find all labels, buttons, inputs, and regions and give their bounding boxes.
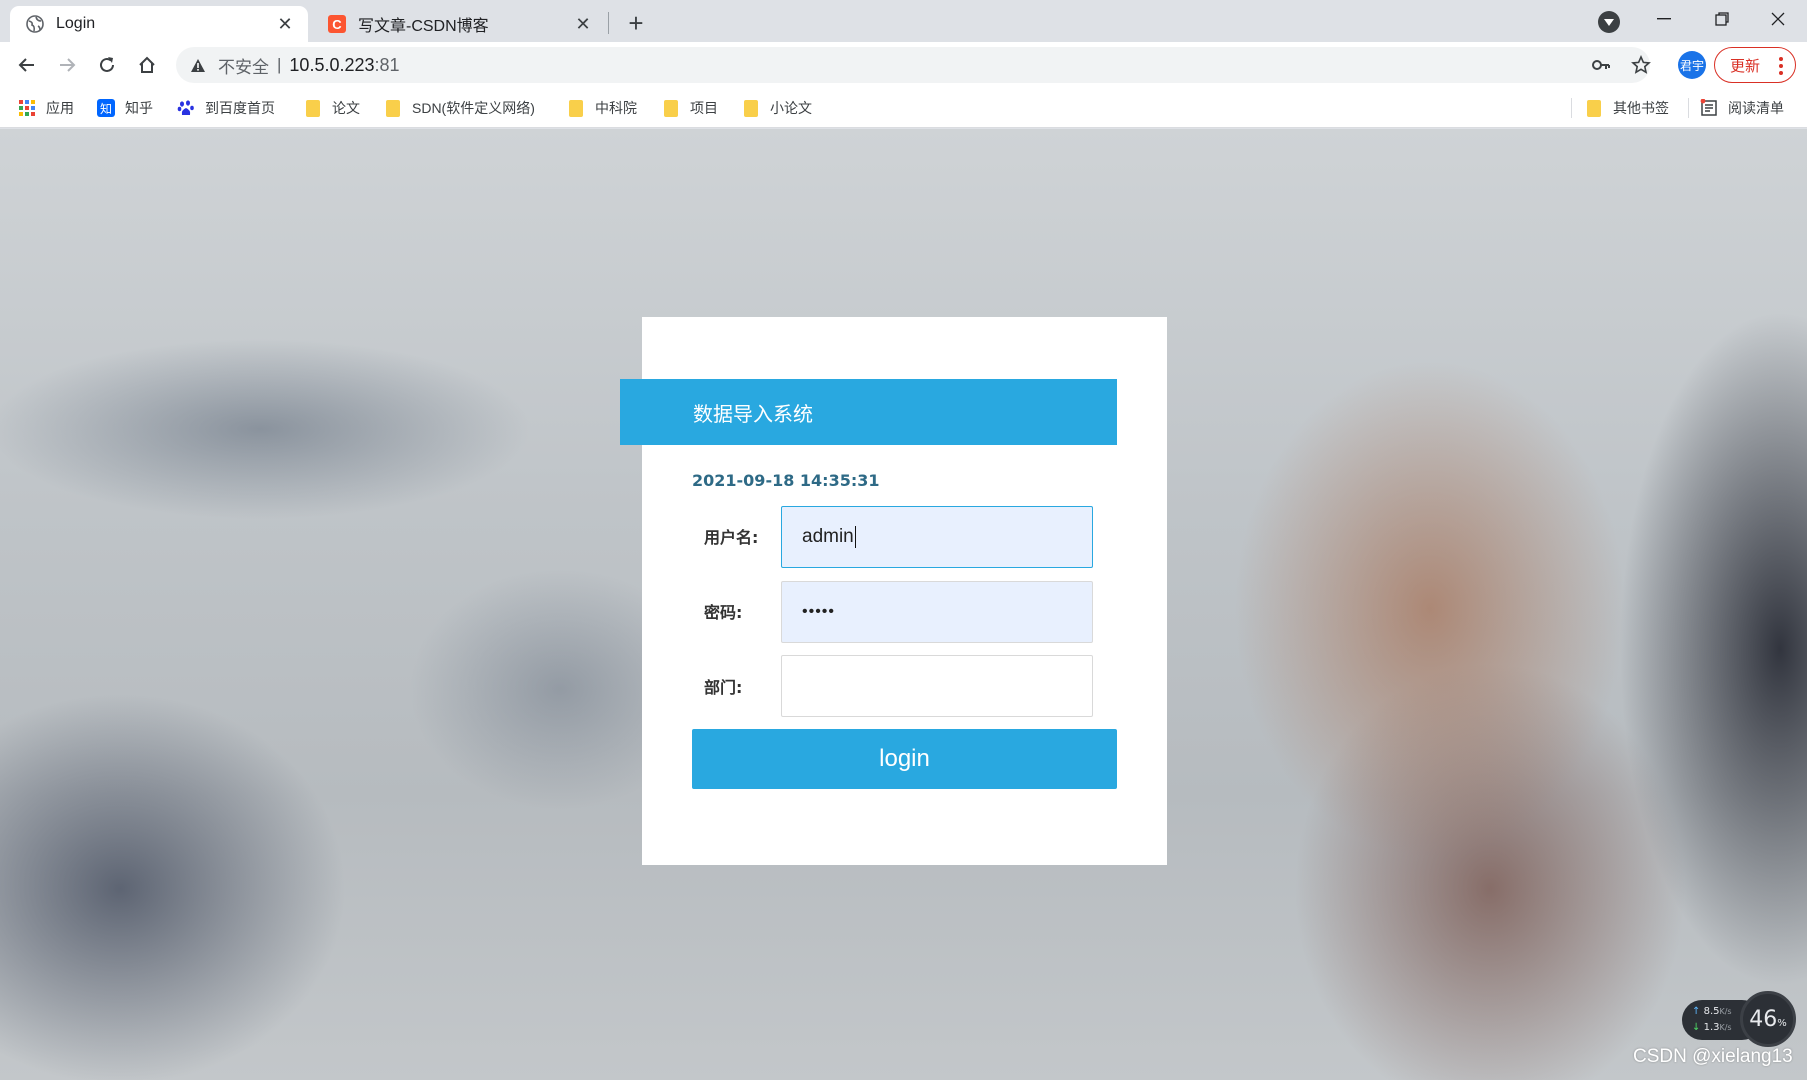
password-label: 密码: — [704, 603, 743, 622]
usage-unit: % — [1777, 1017, 1787, 1029]
department-input[interactable] — [781, 655, 1093, 717]
bookmarks-bar: 应用 知 知乎 到百度首页 论文 SDN(软件定义网络) 中科院 项目 小论文 … — [0, 88, 1807, 128]
datetime-display: 2021-09-18 14:35:31 — [692, 471, 880, 490]
username-input[interactable]: admin — [781, 506, 1093, 568]
bookmark-label: 阅读清单 — [1728, 100, 1784, 116]
folder-icon — [1585, 99, 1603, 117]
address-host[interactable]: 10.5.0.223 — [289, 55, 374, 76]
folder-icon — [304, 99, 322, 117]
bookmark-separator — [1571, 98, 1572, 118]
browser-toolbar: 不安全 | 10.5.0.223 :81 君宇 更新 — [0, 42, 1807, 88]
restore-window-icon[interactable] — [1694, 4, 1750, 34]
reload-icon[interactable] — [91, 49, 123, 81]
download-arrow-icon: ↓ — [1692, 1022, 1701, 1033]
warning-triangle-icon[interactable] — [190, 58, 210, 73]
bookmark-folder-lunwen[interactable]: 论文 — [304, 96, 360, 120]
globe-icon — [26, 15, 44, 33]
address-separator: | — [277, 55, 282, 74]
bookmark-apps[interactable]: 应用 — [18, 96, 74, 120]
tab-search-icon[interactable] — [1598, 11, 1620, 33]
update-label: 更新 — [1730, 57, 1761, 75]
bookmark-zhihu[interactable]: 知 知乎 — [97, 96, 153, 120]
username-value: admin — [802, 526, 854, 547]
download-speed: ↓ 1.3K/s — [1692, 1022, 1732, 1033]
bookmark-label: 小论文 — [770, 100, 812, 116]
bookmark-label: 其他书签 — [1613, 100, 1669, 116]
bookmark-star-icon[interactable] — [1626, 47, 1656, 83]
password-input[interactable]: ••••• — [781, 581, 1093, 643]
tab-divider — [608, 12, 609, 34]
upload-arrow-icon: ↑ — [1692, 1006, 1701, 1017]
security-label[interactable]: 不安全 — [218, 53, 269, 78]
bookmark-label: SDN(软件定义网络) — [412, 100, 535, 116]
csdn-watermark: CSDN @xielang13 — [1633, 1046, 1793, 1067]
forward-arrow-icon[interactable] — [51, 49, 83, 81]
apps-grid-icon — [18, 99, 36, 117]
folder-icon — [384, 99, 402, 117]
close-tab-icon[interactable]: ✕ — [572, 13, 594, 35]
system-title: 数据导入系统 — [620, 379, 1117, 445]
tab-title: Login — [56, 15, 96, 32]
upload-speed: ↑ 8.5K/s — [1692, 1006, 1732, 1017]
bookmark-folder-zhongkeyuan[interactable]: 中科院 — [567, 96, 637, 120]
usage-value: 46 — [1749, 1006, 1778, 1032]
key-icon[interactable] — [1586, 47, 1616, 83]
new-tab-plus-icon[interactable]: + — [622, 8, 650, 38]
bookmark-folder-xiaolunwen[interactable]: 小论文 — [742, 96, 812, 120]
folder-icon — [567, 99, 585, 117]
reading-list-icon — [1700, 99, 1718, 117]
bookmark-folder-xiangmu[interactable]: 项目 — [662, 96, 718, 120]
tab-csdn[interactable]: C 写文章-CSDN博客 ✕ — [312, 6, 606, 42]
text-caret — [854, 526, 856, 548]
username-label: 用户名: — [704, 528, 759, 547]
home-icon[interactable] — [131, 49, 163, 81]
bookmark-label: 应用 — [46, 100, 74, 116]
bookmark-label: 中科院 — [595, 100, 637, 116]
browser-tab-strip: Login ✕ C 写文章-CSDN博客 ✕ + — [0, 0, 1807, 42]
folder-icon — [742, 99, 760, 117]
tab-login[interactable]: Login ✕ — [10, 6, 308, 42]
bookmark-label: 到百度首页 — [205, 100, 275, 116]
address-bar[interactable]: 不安全 | 10.5.0.223 :81 — [176, 47, 1651, 83]
baidu-paw-icon — [177, 99, 195, 117]
address-port[interactable]: :81 — [375, 55, 400, 76]
bookmark-folder-sdn[interactable]: SDN(软件定义网络) — [384, 96, 535, 120]
kebab-menu-icon — [1779, 57, 1783, 78]
update-button[interactable]: 更新 — [1714, 47, 1796, 83]
profile-avatar[interactable]: 君宇 — [1678, 51, 1706, 79]
close-window-icon[interactable] — [1750, 4, 1806, 34]
network-speed-widget[interactable]: ↑ 8.5K/s ↓ 1.3K/s 46% — [1682, 991, 1796, 1047]
password-value: ••••• — [802, 603, 836, 620]
minimize-icon[interactable] — [1636, 4, 1692, 34]
bookmark-label: 论文 — [332, 100, 360, 116]
usage-ring: 46% — [1740, 991, 1796, 1047]
close-tab-icon[interactable]: ✕ — [274, 13, 296, 35]
tab-title: 写文章-CSDN博客 — [358, 18, 489, 35]
bookmark-label: 项目 — [690, 100, 718, 116]
page-background: 数据导入系统 2021-09-18 14:35:31 用户名: admin 密码… — [0, 129, 1807, 1080]
bookmark-label: 知乎 — [125, 100, 153, 116]
login-button[interactable]: login — [692, 729, 1117, 789]
back-arrow-icon[interactable] — [11, 49, 43, 81]
bookmark-reading-list[interactable]: 阅读清单 — [1700, 96, 1784, 120]
bookmark-separator — [1688, 98, 1689, 118]
folder-icon — [662, 99, 680, 117]
zhihu-icon: 知 — [97, 99, 115, 117]
csdn-icon: C — [328, 15, 346, 33]
bookmark-baidu[interactable]: 到百度首页 — [177, 96, 275, 120]
department-label: 部门: — [704, 678, 743, 697]
bookmark-other-bookmarks[interactable]: 其他书签 — [1585, 96, 1669, 120]
